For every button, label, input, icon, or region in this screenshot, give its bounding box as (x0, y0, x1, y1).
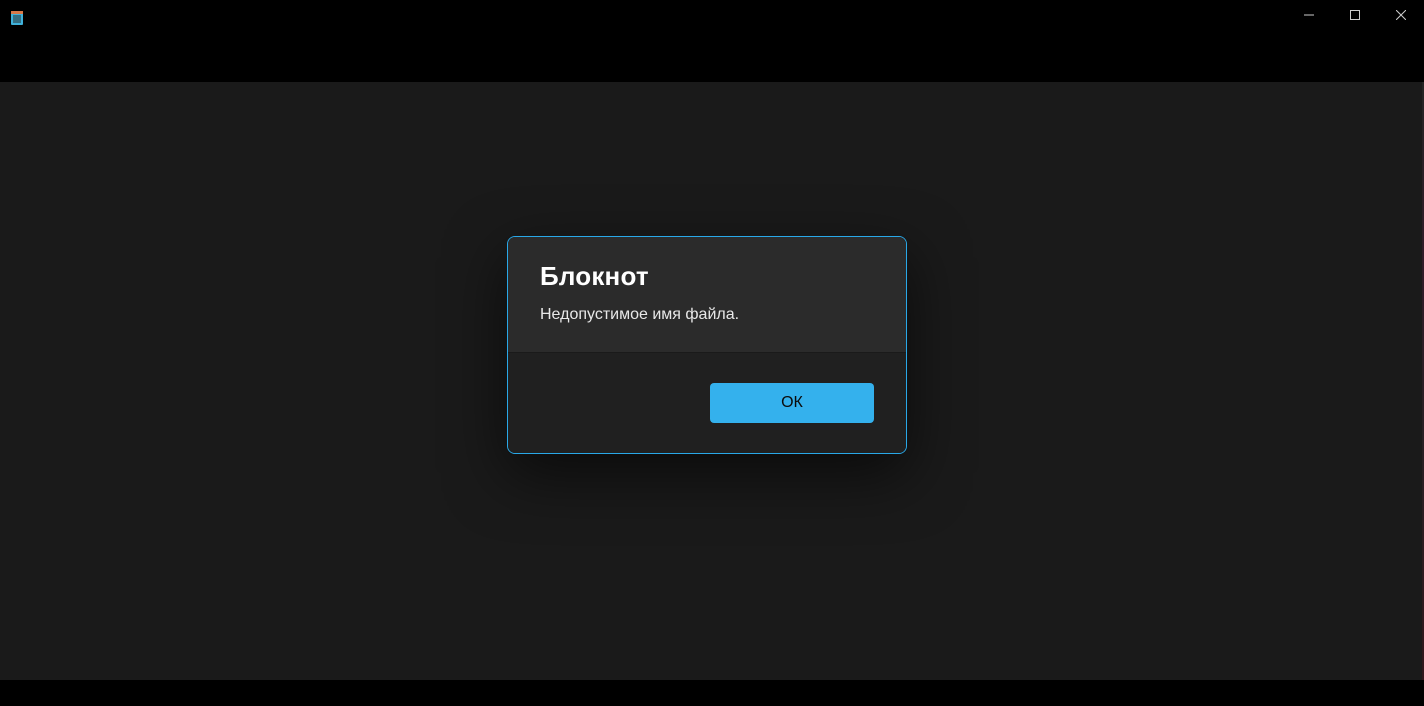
dialog-title: Блокнот (540, 261, 874, 292)
toolbar-area (0, 36, 1424, 82)
ok-button[interactable]: ОК (710, 383, 874, 423)
titlebar-left (8, 9, 26, 27)
close-button[interactable] (1378, 0, 1424, 30)
error-dialog: Блокнот Недопустимое имя файла. ОК (507, 236, 907, 454)
dialog-body: Блокнот Недопустимое имя файла. (508, 237, 906, 352)
notepad-icon (8, 9, 26, 27)
titlebar (0, 0, 1424, 36)
minimize-button[interactable] (1286, 0, 1332, 30)
dialog-message: Недопустимое имя файла. (540, 304, 874, 326)
bottom-bar (0, 680, 1424, 706)
maximize-button[interactable] (1332, 0, 1378, 30)
dialog-footer: ОК (508, 352, 906, 453)
window-controls (1286, 0, 1424, 36)
